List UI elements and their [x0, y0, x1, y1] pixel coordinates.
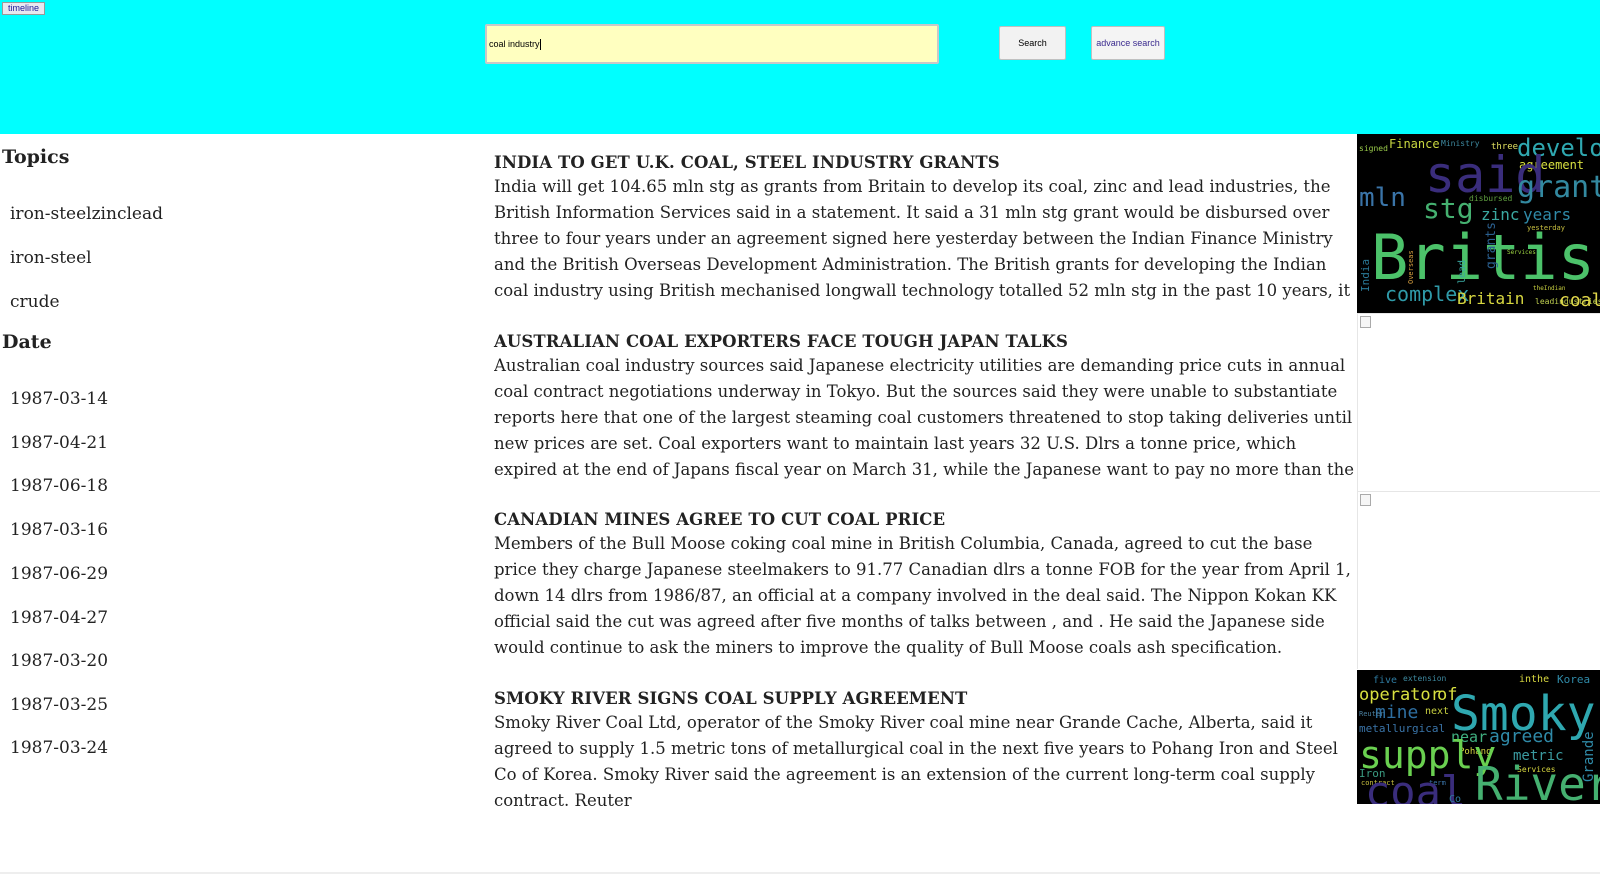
- broken-image-icon: [1360, 494, 1371, 506]
- wc-word: grant: [1517, 170, 1600, 205]
- wc-word: agreed: [1489, 726, 1554, 747]
- search-input[interactable]: coal industry: [485, 24, 939, 64]
- wc-word: inthe: [1519, 674, 1549, 685]
- date-item[interactable]: 1987-03-25: [10, 695, 108, 715]
- advanced-search-button[interactable]: advance search: [1091, 26, 1165, 60]
- wc-word: extension: [1403, 674, 1447, 683]
- wc-word: Britain: [1457, 289, 1524, 308]
- wordcloud-image-smoky: five extension inthe Korea operator of S…: [1357, 670, 1600, 804]
- date-heading: Date: [2, 331, 52, 353]
- result-item: AUSTRALIAN COAL EXPORTERS FACE TOUGH JAP…: [494, 331, 1356, 483]
- result-snippet: Members of the Bull Moose coking coal mi…: [494, 534, 1351, 657]
- wc-word: signed: [1359, 144, 1388, 153]
- wc-word: theIndian: [1533, 285, 1566, 292]
- wc-word: lead: [1457, 260, 1468, 284]
- wc-word: Korea: [1557, 673, 1590, 686]
- result-snippet: Australian coal industry sources said Ja…: [494, 356, 1354, 479]
- wc-word: India: [1359, 259, 1372, 292]
- result-item: CANADIAN MINES AGREE TO CUT COAL PRICE M…: [494, 509, 1356, 661]
- broken-image: [1357, 491, 1600, 669]
- date-item[interactable]: 1987-03-24: [10, 738, 108, 758]
- date-item[interactable]: 1987-04-21: [10, 433, 108, 453]
- topic-item[interactable]: crude: [10, 292, 60, 312]
- text-caret: [539, 39, 541, 51]
- wc-word: Services: [1507, 249, 1536, 256]
- date-item[interactable]: 1987-06-29: [10, 564, 108, 584]
- date-item[interactable]: 1987-03-16: [10, 520, 108, 540]
- wc-word: Reuter: [1359, 710, 1384, 718]
- date-item[interactable]: 1987-04-27: [10, 608, 108, 628]
- date-item[interactable]: 1987-06-18: [10, 476, 108, 496]
- topic-item[interactable]: iron-steelzinclead: [10, 204, 163, 224]
- wc-word: next: [1425, 706, 1449, 717]
- wc-word: mln: [1359, 183, 1406, 213]
- wc-word: yesterday: [1527, 224, 1565, 232]
- wc-word: Overseas: [1407, 250, 1415, 284]
- wordcloud-image-india: signed Finance Ministry three develop ag…: [1357, 134, 1600, 313]
- topic-item[interactable]: iron-steel: [10, 248, 92, 268]
- result-item: INDIA TO GET U.K. COAL, STEEL INDUSTRY G…: [494, 152, 1356, 304]
- header-bar: timeline coal industry Search advance se…: [0, 0, 1600, 134]
- result-snippet: India will get 104.65 mln stg as grants …: [494, 177, 1351, 300]
- footer-divider: [0, 872, 1600, 874]
- result-item: SMOKY RIVER SIGNS COAL SUPPLY AGREEMENT …: [494, 688, 1356, 840]
- wc-word: grants: [1484, 222, 1499, 269]
- result-title[interactable]: CANADIAN MINES AGREE TO CUT COAL PRICE: [494, 509, 1356, 531]
- broken-image: [1357, 313, 1600, 491]
- wc-word: Co: [1449, 794, 1461, 804]
- result-title[interactable]: SMOKY RIVER SIGNS COAL SUPPLY AGREEMENT: [494, 688, 1356, 710]
- wc-word: disbursed: [1469, 194, 1513, 203]
- timeline-button[interactable]: timeline: [2, 2, 46, 15]
- date-item[interactable]: 1987-03-20: [10, 651, 108, 671]
- result-title[interactable]: AUSTRALIAN COAL EXPORTERS FACE TOUGH JAP…: [494, 331, 1356, 353]
- wc-word: River: [1475, 757, 1600, 804]
- topics-heading: Topics: [2, 146, 70, 168]
- date-item[interactable]: 1987-03-14: [10, 389, 108, 409]
- search-button[interactable]: Search: [999, 26, 1066, 60]
- broken-image-icon: [1360, 316, 1371, 328]
- result-snippet: Smoky River Coal Ltd, operator of the Sm…: [494, 713, 1338, 810]
- search-input-value: coal industry: [489, 39, 540, 49]
- result-title[interactable]: INDIA TO GET U.K. COAL, STEEL INDUSTRY G…: [494, 152, 1356, 174]
- wc-word: leadindustries: [1535, 297, 1600, 306]
